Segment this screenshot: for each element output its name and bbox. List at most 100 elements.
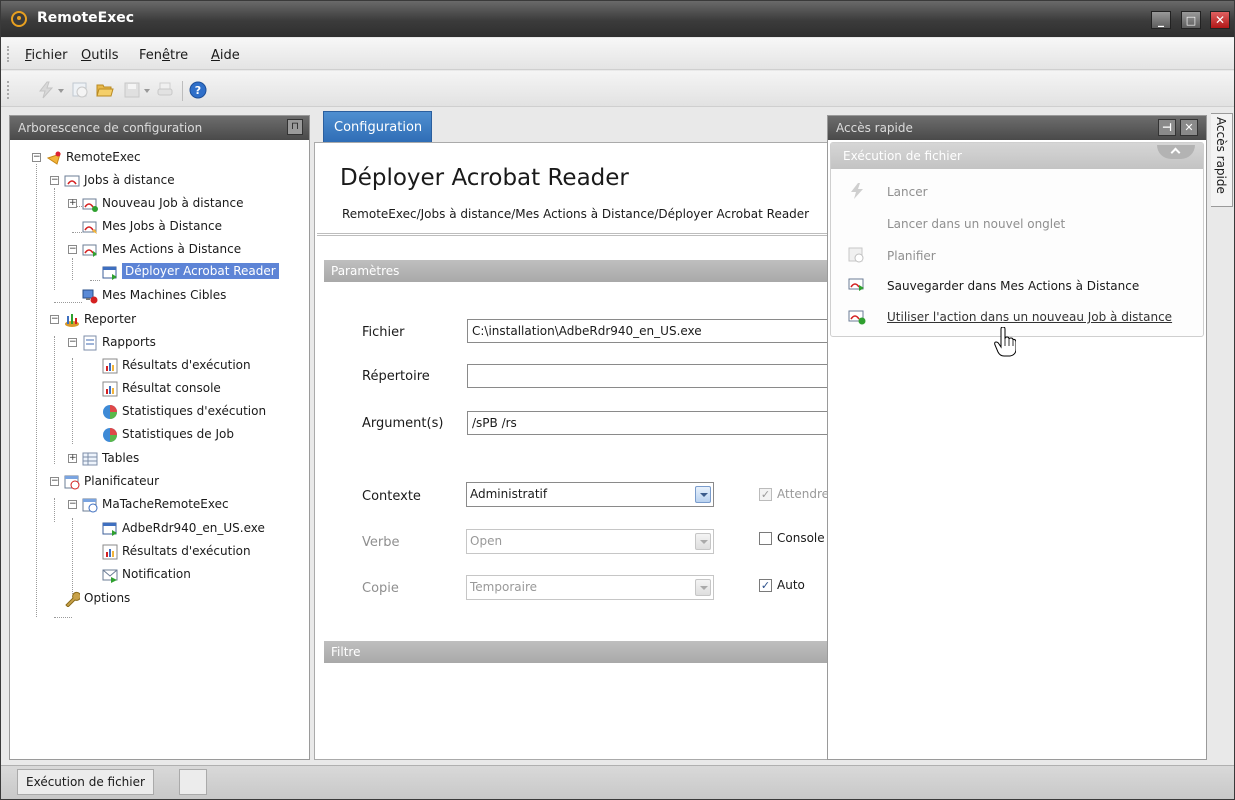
- bar-chart-report-icon: [102, 381, 118, 397]
- quick-access-side-tab[interactable]: Accès rapide: [1211, 113, 1233, 207]
- menu-bar: Fichier Outils Fenêtre Aide: [1, 38, 1234, 70]
- fichier-label: Fichier: [362, 325, 405, 340]
- menu-aide[interactable]: Aide: [211, 48, 240, 63]
- contexte-select[interactable]: Administratif: [466, 482, 714, 507]
- maximize-button[interactable]: □: [1181, 11, 1201, 29]
- quick-access-group-title: Exécution de fichier: [843, 149, 962, 163]
- close-panel-button[interactable]: ✕: [1180, 119, 1198, 136]
- scheduled-task-icon: [82, 498, 98, 513]
- run-icon: [851, 183, 863, 199]
- menu-outils[interactable]: Outils: [81, 48, 119, 63]
- open-folder-icon[interactable]: [96, 81, 114, 99]
- section-parametres-header[interactable]: Paramètres: [324, 260, 831, 282]
- pie-chart-icon: [103, 428, 117, 442]
- expand-toggle[interactable]: +: [68, 454, 77, 463]
- console-checkbox[interactable]: [759, 532, 772, 545]
- qa-sauvegarder[interactable]: Sauvegarder dans Mes Actions à Distance: [887, 279, 1139, 293]
- print-icon[interactable]: [156, 81, 174, 99]
- copie-select: Temporaire: [466, 575, 714, 600]
- qa-utiliser-action[interactable]: Utiliser l'action dans un nouveau Job à …: [887, 310, 1172, 324]
- arguments-field[interactable]: /sPB /rs: [467, 411, 831, 435]
- toolbar-grip[interactable]: [7, 81, 10, 99]
- scheduler-icon: [64, 475, 80, 490]
- expand-toggle[interactable]: +: [68, 199, 77, 208]
- schedule-icon[interactable]: [71, 81, 89, 99]
- bar-chart-report-icon: [102, 358, 118, 374]
- configuration-content: Déployer Acrobat Reader RemoteExec/Jobs …: [314, 142, 831, 760]
- reporter-icon: [65, 314, 79, 327]
- bar-chart-report-icon: [102, 544, 118, 560]
- repertoire-field[interactable]: [467, 364, 831, 388]
- minimize-button[interactable]: _: [1151, 11, 1171, 29]
- tree-panel-header: Arborescence de configuration ⊓: [10, 116, 309, 140]
- app-window: RemoteExec _ □ ✕ Fichier Outils Fenêtre …: [0, 0, 1235, 800]
- chevron-down-icon: [695, 579, 711, 596]
- my-actions-icon: [82, 244, 97, 257]
- collapse-toggle[interactable]: −: [50, 176, 59, 185]
- reports-icon: [83, 335, 97, 351]
- my-jobs-icon: [82, 221, 97, 234]
- verbe-select: Open: [466, 529, 714, 554]
- toolbar: ?: [1, 71, 1234, 107]
- schedule-icon: [848, 247, 864, 263]
- run-icon[interactable]: [37, 81, 55, 99]
- qa-lancer[interactable]: Lancer: [887, 185, 928, 199]
- repertoire-label: Répertoire: [362, 369, 430, 384]
- toolbar-separator: [182, 81, 183, 101]
- chevron-down-icon[interactable]: [695, 486, 711, 503]
- qa-lancer-nouvel-onglet[interactable]: Lancer dans un nouvel onglet: [887, 217, 1065, 231]
- action-icon: [102, 522, 117, 536]
- contexte-selected-value: Administratif: [470, 487, 548, 501]
- help-icon[interactable]: ?: [189, 81, 207, 99]
- remote-job-icon: [64, 175, 80, 187]
- unpin-panel-button[interactable]: ⊣: [1158, 119, 1176, 136]
- tab-configuration[interactable]: Configuration: [323, 111, 432, 143]
- auto-checkbox[interactable]: ✓: [759, 579, 772, 592]
- menu-fichier[interactable]: Fichier: [25, 48, 68, 63]
- quick-access-panel: Accès rapide ⊣ ✕ Exécution de fichier La…: [827, 115, 1207, 760]
- collapse-toggle[interactable]: −: [68, 338, 77, 347]
- pin-panel-button[interactable]: ⊓: [287, 119, 303, 135]
- app-logo-icon: [11, 11, 27, 27]
- qa-planifier[interactable]: Planifier: [887, 249, 936, 263]
- copie-label: Copie: [362, 581, 399, 596]
- page-title: Déployer Acrobat Reader: [340, 165, 629, 191]
- save-icon[interactable]: [123, 81, 141, 99]
- menu-fenetre[interactable]: Fenêtre: [139, 48, 188, 63]
- close-button[interactable]: ✕: [1210, 11, 1230, 29]
- table-icon: [82, 452, 98, 466]
- collapse-toggle[interactable]: −: [68, 500, 77, 509]
- attendre-checkbox: ✓: [759, 488, 772, 501]
- verbe-label: Verbe: [362, 535, 400, 550]
- collapse-toggle[interactable]: −: [32, 153, 41, 162]
- contexte-label: Contexte: [362, 489, 421, 504]
- menubar-grip[interactable]: [7, 46, 10, 62]
- status-text: Exécution de fichier: [17, 769, 154, 795]
- status-bar: Exécution de fichier: [1, 765, 1234, 799]
- quick-access-group: Exécution de fichier Lancer Lancer dans …: [830, 142, 1204, 337]
- collapse-toggle[interactable]: −: [50, 315, 59, 324]
- notification-icon: [102, 569, 118, 583]
- save-dropdown-arrow[interactable]: [144, 89, 150, 93]
- quick-access-header: Accès rapide ⊣ ✕: [828, 116, 1206, 140]
- collapse-chevron-icon[interactable]: [1157, 145, 1195, 159]
- breadcrumb: RemoteExec/Jobs à distance/Mes Actions à…: [342, 207, 810, 221]
- attendre-label: Attendre: [777, 487, 830, 501]
- target-machines-icon: [82, 289, 98, 304]
- verbe-selected-value: Open: [470, 534, 503, 548]
- collapse-toggle[interactable]: −: [68, 245, 77, 254]
- section-filtre-header[interactable]: Filtre: [324, 641, 831, 663]
- hand-cursor-icon: [994, 327, 1016, 357]
- pie-chart-icon: [103, 405, 117, 419]
- quick-access-group-header[interactable]: Exécution de fichier: [831, 143, 1203, 169]
- new-job-icon: [82, 198, 98, 212]
- fichier-field[interactable]: C:\installation\AdbeRdr940_en_US.exe: [467, 319, 831, 343]
- tree-panel-title: Arborescence de configuration: [18, 121, 203, 135]
- console-label: Console: [777, 531, 825, 545]
- title-bar: RemoteExec _ □ ✕: [1, 1, 1234, 37]
- auto-label: Auto: [777, 578, 805, 592]
- new-job-icon: [848, 310, 866, 325]
- run-dropdown-arrow[interactable]: [58, 89, 64, 93]
- collapse-toggle[interactable]: −: [50, 477, 59, 486]
- configuration-tree-panel: Arborescence de configuration ⊓ − Remote…: [9, 115, 310, 760]
